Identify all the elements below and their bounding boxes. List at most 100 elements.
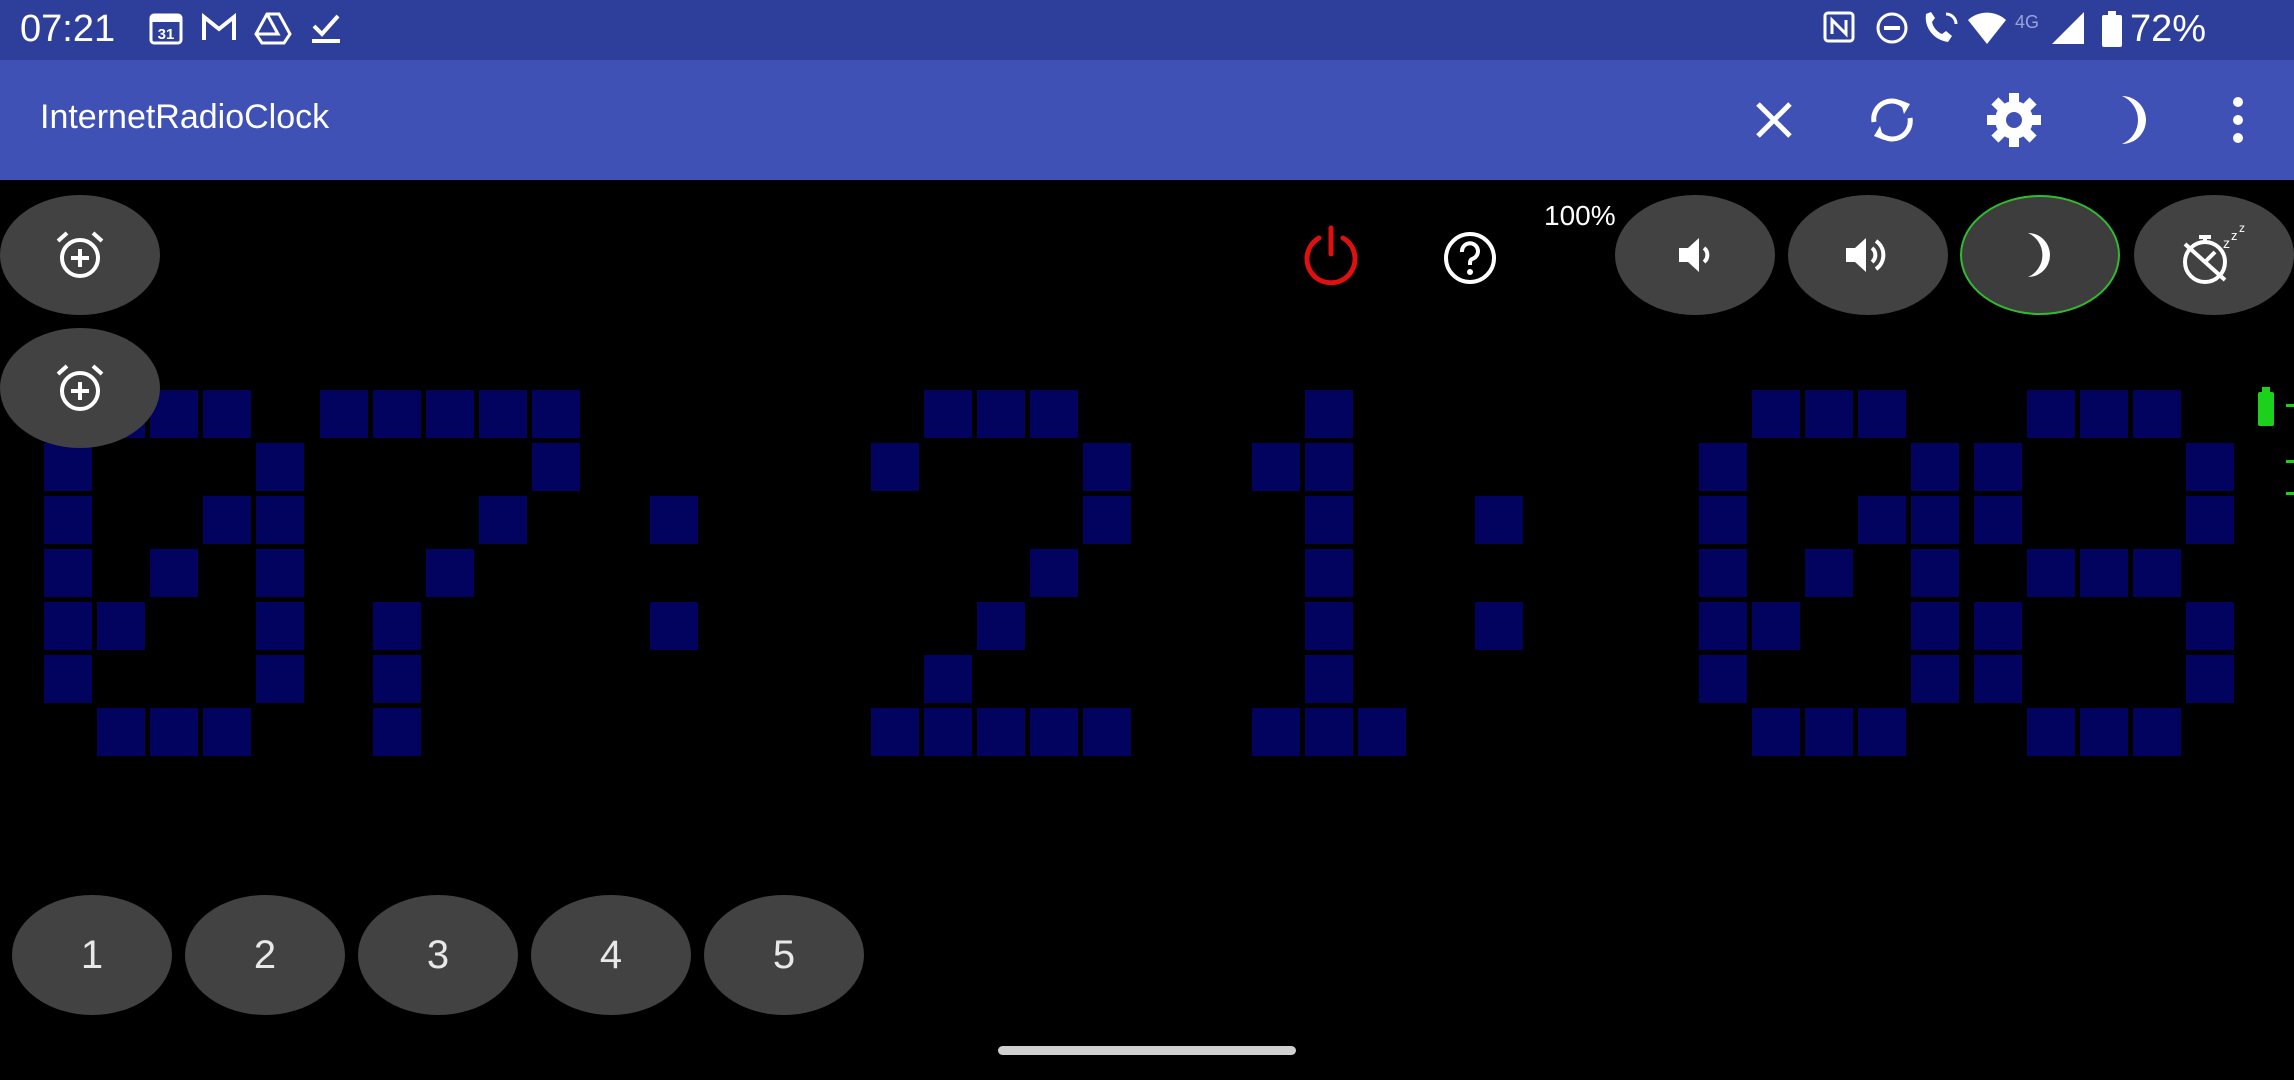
clock-digit-dot [44,602,92,650]
preset-label: 4 [599,932,623,977]
preset-button-1[interactable]: 1 [12,895,172,1015]
preset-button-2[interactable]: 2 [185,895,345,1015]
svg-text:z: z [2239,222,2245,235]
gesture-home-bar[interactable] [998,1046,1296,1055]
volume-up-icon [1846,238,1886,272]
network-type: 4G [2015,12,2040,32]
battery-percent: 72% [2130,8,2207,50]
clock-digit-dot [1699,443,1747,491]
clock-digit-dot [977,390,1025,438]
volume-down-button[interactable] [1615,195,1775,315]
help-button[interactable] [1430,218,1510,298]
preset-button-4[interactable]: 4 [531,895,691,1015]
clock-digit-dot [1305,708,1353,756]
clock-digit-dot [2133,549,2181,597]
clock-digit-dot [1974,443,2022,491]
sync-button[interactable] [1860,88,1924,152]
clock-digit-dot [97,708,145,756]
preset-label: 3 [426,932,450,977]
clock-colon-dot [650,496,698,544]
clock-digit-dot [256,655,304,703]
clock-digit-dot [1030,708,1078,756]
clock-digit-dot [924,390,972,438]
clock-digit-dot [1752,602,1800,650]
clock-digit-dot [2080,390,2128,438]
clock-digit-dot [1305,390,1353,438]
status-bar: 07:21 31 4G 72% [0,0,2294,60]
status-time: 07:21 [20,8,116,50]
wifi-calling-icon [1920,10,1960,50]
clock-digit-dot [924,655,972,703]
clock-digit-dot [44,496,92,544]
side-indicator [2286,492,2294,495]
clock-digit-dot [373,708,421,756]
clock-digit-dot [2080,549,2128,597]
more-icon [2233,97,2243,143]
clock-digit-dot [977,708,1025,756]
clock-digit-dot [150,549,198,597]
clock-digit-dot [2027,390,2075,438]
clock-digit-dot [1699,496,1747,544]
clock-digit-dot [426,390,474,438]
clock-digit-dot [1699,602,1747,650]
clock-digit-dot [1305,602,1353,650]
preset-button-5[interactable]: 5 [704,895,864,1015]
clock-digit-dot [2027,549,2075,597]
clock-digit-dot [1699,655,1747,703]
clock-digit-dot [1858,390,1906,438]
drive-icon [254,10,294,50]
night-mode-button[interactable] [2102,88,2166,152]
clock-digit-dot [2186,602,2234,650]
clock-colon-dot [1475,602,1523,650]
add-alarm-button[interactable] [0,328,160,448]
calendar-icon: 31 [148,10,188,50]
help-icon [1444,232,1496,284]
clock-digit-dot [1805,708,1853,756]
clock-digit-dot [532,443,580,491]
moon-icon [2028,233,2050,277]
clock-digit-dot [1911,602,1959,650]
clock-digit-dot [44,655,92,703]
clock-digit-dot [532,390,580,438]
more-options-button[interactable] [2206,88,2270,152]
power-icon [1304,225,1358,286]
power-button[interactable] [1291,216,1371,296]
clock-digit-dot [1752,708,1800,756]
clock-battery-icon [2258,387,2274,426]
preset-button-3[interactable]: 3 [358,895,518,1015]
dnd-icon [1874,10,1914,50]
add-alarm-icon [56,231,104,278]
clock-digit-dot [1911,496,1959,544]
close-icon [1756,102,1792,138]
clock-digit-dot [203,496,251,544]
clock-digit-dot [1805,390,1853,438]
clock-digit-dot [977,602,1025,650]
settings-icon [1987,93,2041,147]
clock-colon-dot [1475,496,1523,544]
gmail-icon [200,10,240,50]
clock-digit-dot [256,549,304,597]
clock-digit-dot [2027,708,2075,756]
clock-digit-dot [924,708,972,756]
volume-up-button[interactable] [1788,195,1948,315]
clock-digit-dot [2133,390,2181,438]
sleep-mode-button[interactable] [1960,195,2120,315]
preset-label: 1 [80,932,104,977]
preset-label: 5 [772,932,796,977]
close-button[interactable] [1742,88,1806,152]
clock-digit-dot [203,390,251,438]
wifi-icon [1966,10,2006,50]
add-alarm-button[interactable] [0,195,160,315]
clock-digit-dot [44,443,92,491]
clock-digit-dot [1030,390,1078,438]
clock-digit-dot [2186,443,2234,491]
settings-button[interactable] [1982,88,2046,152]
sleep-timer-button[interactable]: z z z [2134,195,2294,315]
side-indicator [2286,460,2294,463]
clock-digit-dot [1030,549,1078,597]
add-alarm-icon [56,364,104,411]
clock-digit-dot [1083,496,1131,544]
clock-digit-dot [1252,443,1300,491]
app-title: InternetRadioClock [40,98,330,136]
clock-digit-dot [1805,549,1853,597]
